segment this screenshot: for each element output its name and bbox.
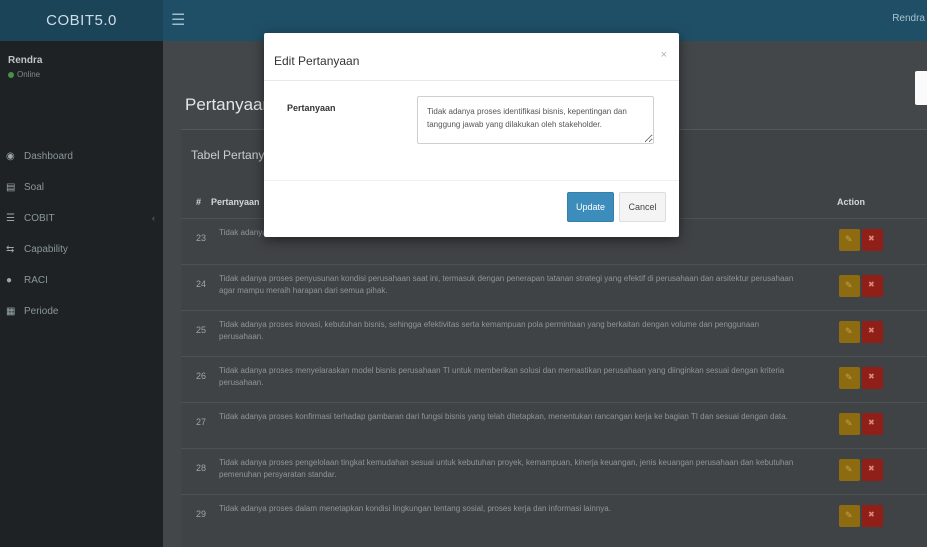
modal-title: Edit Pertanyaan [274, 54, 360, 68]
page-title: Pertanyaan [185, 95, 272, 114]
sidebar-item-cobit[interactable]: ☰ COBIT ‹ [0, 203, 163, 234]
sidebar-item-label: Periode [24, 306, 59, 317]
row-number: 26 [196, 371, 207, 381]
delete-button[interactable] [862, 229, 883, 251]
column-header-question: Pertanyaan [211, 197, 260, 207]
delete-button[interactable] [862, 321, 883, 343]
sidebar-item-raci[interactable]: ● RACI [0, 265, 163, 296]
row-question: Tidak adanya proses menyelaraskan model … [219, 366, 785, 387]
sidebar: Rendra Online ◉ Dashboard ▤ Soal ☰ COBIT… [0, 41, 163, 547]
delete-button[interactable] [862, 505, 883, 527]
row-number: 25 [196, 325, 207, 335]
edit-button[interactable] [839, 505, 860, 527]
user-panel: Rendra Online [0, 41, 163, 121]
table-row: 24 Tidak adanya proses penyusunan kondis… [181, 264, 927, 310]
row-number: 23 [196, 233, 207, 243]
chevron-left-icon: ‹ [152, 213, 155, 223]
add-button-edge[interactable] [915, 71, 927, 105]
question-textarea[interactable]: Tidak adanya proses identifikasi bisnis,… [417, 96, 654, 144]
delete-button[interactable] [862, 367, 883, 389]
cancel-button[interactable]: Cancel [619, 192, 666, 222]
online-status: Online [8, 70, 163, 79]
edit-button[interactable] [839, 275, 860, 297]
sidebar-item-label: Capability [24, 244, 68, 255]
calendar-icon: ▦ [6, 306, 16, 317]
row-number: 28 [196, 463, 207, 473]
edit-button[interactable] [839, 321, 860, 343]
edit-button[interactable] [839, 367, 860, 389]
sidebar-item-dashboard[interactable]: ◉ Dashboard [0, 141, 163, 172]
table-row: 28 Tidak adanya proses pengelolaan tingk… [181, 448, 927, 494]
dashboard-icon: ◉ [6, 151, 15, 162]
sidebar-item-label: Dashboard [24, 151, 73, 162]
delete-button[interactable] [862, 275, 883, 297]
close-icon[interactable]: × [661, 49, 667, 61]
row-question: Tidak adanya proses dalam menetapkan kon… [219, 504, 611, 513]
column-header-number: # [196, 197, 202, 207]
delete-button[interactable] [862, 413, 883, 435]
nav-header [0, 121, 163, 141]
question-field-label: Pertanyaan [287, 103, 336, 113]
row-question: Tidak adanya proses inovasi, kebutuhan b… [219, 320, 760, 341]
table-row: 27 Tidak adanya proses konfirmasi terhad… [181, 402, 927, 448]
row-number: 24 [196, 279, 207, 289]
sidebar-item-soal[interactable]: ▤ Soal [0, 172, 163, 203]
hamburger-icon[interactable]: ☰ [171, 10, 185, 30]
users-icon: ● [6, 275, 13, 286]
sidebar-item-periode[interactable]: ▦ Periode [0, 296, 163, 327]
edit-button[interactable] [839, 413, 860, 435]
sidebar-item-capability[interactable]: ⇆ Capability [0, 234, 163, 265]
chart-icon: ⇆ [6, 244, 15, 255]
column-header-action: Action [837, 197, 865, 207]
table-row: 29 Tidak adanya proses dalam menetapkan … [181, 494, 927, 540]
row-question: Tidak adanya proses pengelolaan tingkat … [219, 458, 794, 479]
file-icon: ▤ [6, 182, 16, 193]
table-row: 26 Tidak adanya proses menyelaraskan mod… [181, 356, 927, 402]
edit-button[interactable] [839, 229, 860, 251]
modal-footer-divider [264, 180, 679, 181]
update-button[interactable]: Update [567, 192, 614, 222]
sidebar-item-label: RACI [24, 275, 48, 286]
row-number: 27 [196, 417, 207, 427]
modal-divider [264, 80, 679, 81]
sidebar-item-label: COBIT [24, 213, 55, 224]
row-question: Tidak adanya proses penyusunan kondisi p… [219, 274, 794, 295]
sidebar-item-label: Soal [24, 182, 45, 193]
row-question: Tidak adanya proses konfirmasi terhadap … [219, 412, 788, 421]
row-number: 29 [196, 509, 207, 519]
brand-logo[interactable]: COBIT5.0 [0, 0, 163, 41]
sidebar-user-name: Rendra [8, 55, 43, 66]
edit-question-modal: Edit Pertanyaan × Pertanyaan Tidak adany… [264, 33, 679, 237]
edit-button[interactable] [839, 459, 860, 481]
list-icon: ☰ [6, 213, 15, 224]
header-user-name[interactable]: Rendra [892, 13, 925, 24]
table-row: 25 Tidak adanya proses inovasi, kebutuha… [181, 310, 927, 356]
delete-button[interactable] [862, 459, 883, 481]
